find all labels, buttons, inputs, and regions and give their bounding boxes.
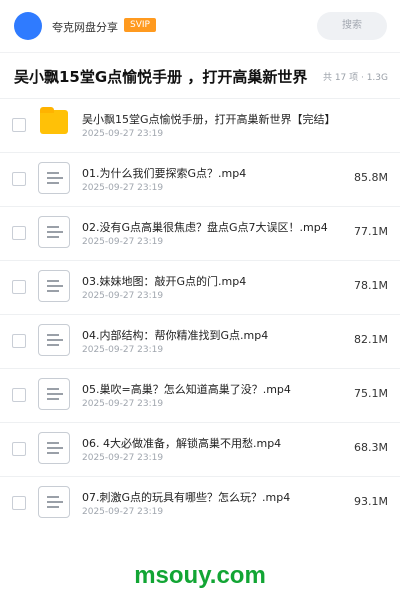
item-size: 82.1M [354,333,388,346]
list-item[interactable]: 04.内部结构：帮你精准找到G点.mp4 2025-09-27 23:19 82… [0,314,400,369]
folder-icon [40,107,68,134]
row-checkbox[interactable] [12,226,26,240]
item-size: 93.1M [354,495,388,508]
top-header: 夸克网盘分享 SVIP 搜索 [0,0,400,52]
item-size: 68.3M [354,441,388,454]
row-checkbox[interactable] [12,496,26,510]
video-file-icon [38,324,70,356]
page-title: 吴小飘15堂G点愉悦手册 ，打开高巢新世界 [14,68,308,86]
avatar[interactable] [14,12,42,40]
item-name: 03.妹妹地图：敲开G点的门.mp4 [82,275,247,288]
list-item[interactable]: 06. 4大必做准备，解锁高巢不用愁.mp4 2025-09-27 23:19 … [0,422,400,477]
item-date: 2025-09-27 23:19 [82,129,164,139]
row-checkbox[interactable] [12,172,26,186]
site-watermark: msouy.com [134,562,266,589]
folder-titlebar: 吴小飘15堂G点愉悦手册 ，打开高巢新世界 共 17 项 · 1.3G [0,52,400,99]
item-date: 2025-09-27 23:19 [82,183,164,193]
list-item[interactable]: 05.巢吹=高巢？怎么知道高巢了没？.mp4 2025-09-27 23:19 … [0,368,400,423]
item-size: 78.1M [354,279,388,292]
file-list: 吴小飘15堂G点愉悦手册，打开高巢新世界【完结】 2025-09-27 23:1… [0,98,400,546]
search-input[interactable]: 搜索 [317,12,387,40]
item-date: 2025-09-27 23:19 [82,507,164,517]
username: 夸克网盘分享 [52,21,118,34]
video-file-icon [38,162,70,194]
folder-meta: 共 17 项 · 1.3G [322,73,388,83]
video-file-icon [38,378,70,410]
item-name: 吴小飘15堂G点愉悦手册，打开高巢新世界【完结】 [82,113,336,126]
list-item[interactable]: 吴小飘15堂G点愉悦手册，打开高巢新世界【完结】 2025-09-27 23:1… [0,98,400,153]
item-date: 2025-09-27 23:19 [82,291,164,301]
footer: msouy.com [0,546,400,600]
video-file-icon [38,432,70,464]
video-file-icon [38,270,70,302]
item-name: 05.巢吹=高巢？怎么知道高巢了没？.mp4 [82,383,291,396]
list-item[interactable]: 03.妹妹地图：敲开G点的门.mp4 2025-09-27 23:19 78.1… [0,260,400,315]
item-name: 07.刺激G点的玩具有哪些？怎么玩？.mp4 [82,491,291,504]
item-date: 2025-09-27 23:19 [82,399,164,409]
svip-badge: SVIP [124,18,156,32]
item-name: 02.没有G点高巢很焦虑？盘点G点7大误区！.mp4 [82,221,328,234]
item-date: 2025-09-27 23:19 [82,345,164,355]
video-file-icon [38,486,70,518]
item-date: 2025-09-27 23:19 [82,453,164,463]
video-file-icon [38,216,70,248]
row-checkbox[interactable] [12,388,26,402]
row-checkbox[interactable] [12,118,26,132]
row-checkbox[interactable] [12,280,26,294]
list-item[interactable]: 07.刺激G点的玩具有哪些？怎么玩？.mp4 2025-09-27 23:19 … [0,476,400,531]
item-date: 2025-09-27 23:19 [82,237,164,247]
row-checkbox[interactable] [12,442,26,456]
item-name: 04.内部结构：帮你精准找到G点.mp4 [82,329,269,342]
item-size: 75.1M [354,387,388,400]
item-size: 77.1M [354,225,388,238]
list-item[interactable]: 01.为什么我们要探索G点？.mp4 2025-09-27 23:19 85.8… [0,152,400,207]
list-item[interactable]: 02.没有G点高巢很焦虑？盘点G点7大误区！.mp4 2025-09-27 23… [0,206,400,261]
item-size: 85.8M [354,171,388,184]
row-checkbox[interactable] [12,334,26,348]
item-name: 06. 4大必做准备，解锁高巢不用愁.mp4 [82,437,282,450]
item-name: 01.为什么我们要探索G点？.mp4 [82,167,247,180]
